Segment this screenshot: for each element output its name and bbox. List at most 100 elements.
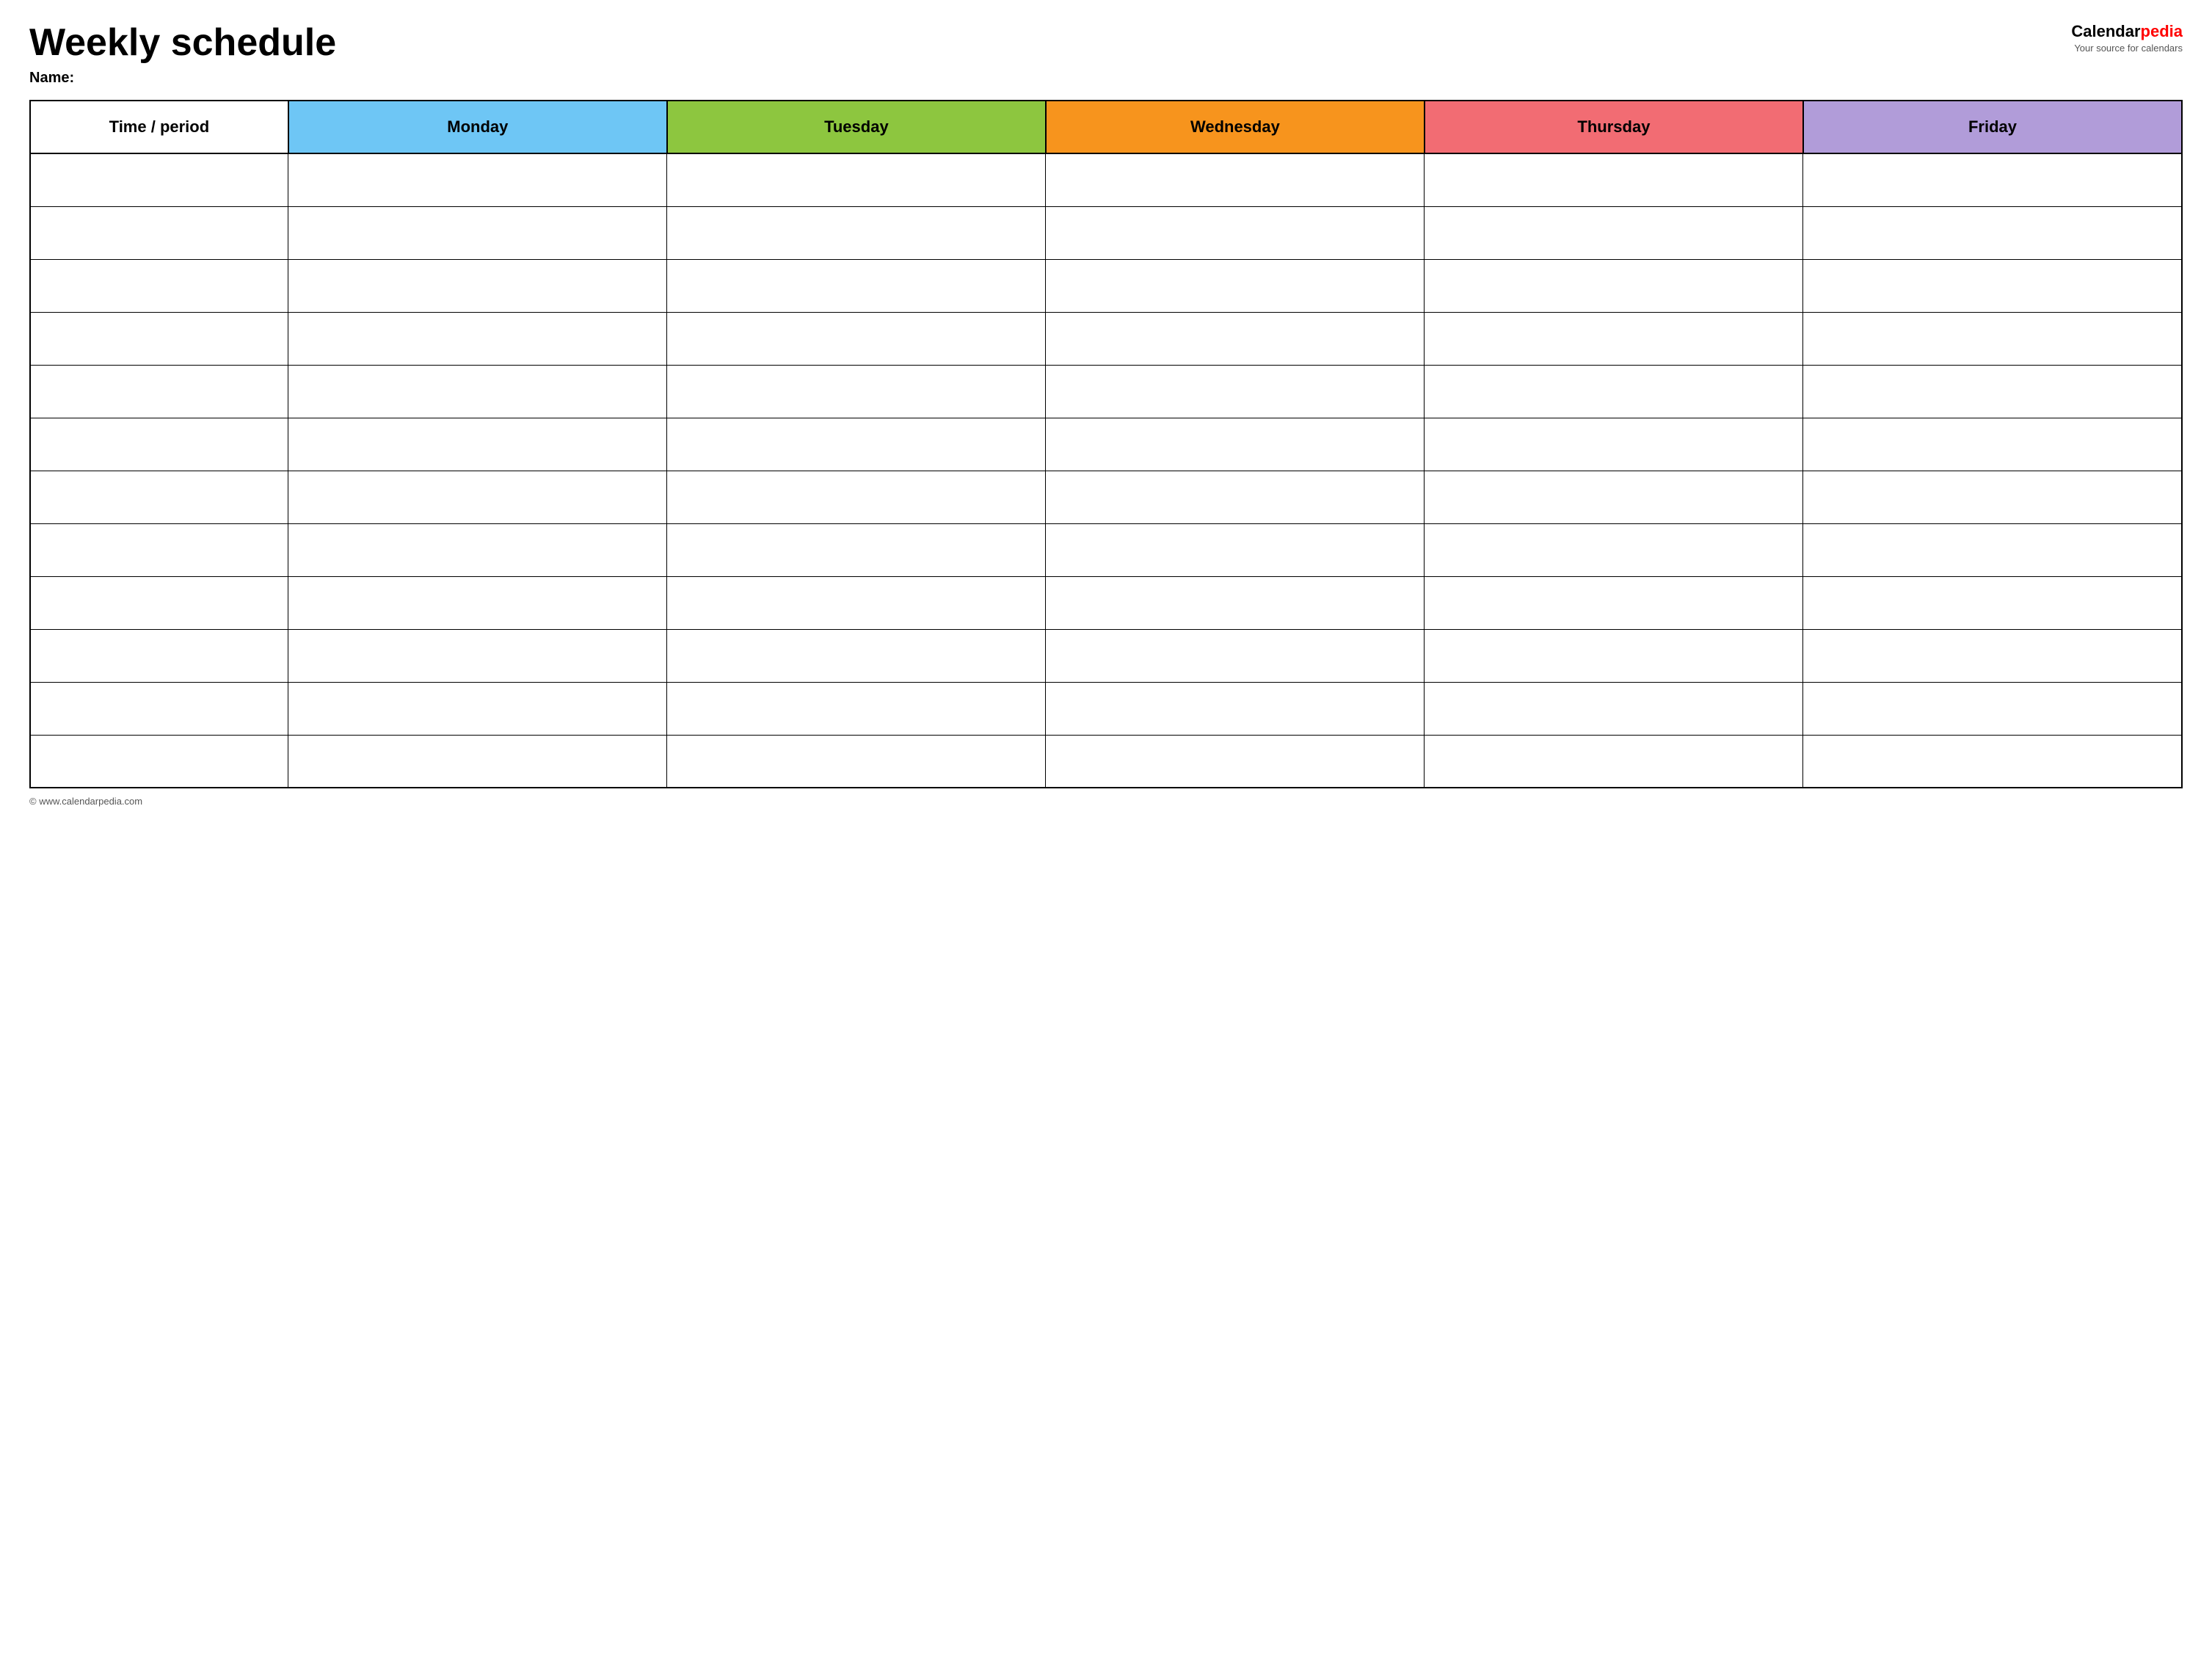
table-row [30, 471, 2182, 523]
cell-row3-col6[interactable] [1803, 259, 2182, 312]
cell-row2-col1[interactable] [30, 206, 288, 259]
name-label: Name: [29, 70, 336, 87]
cell-row3-col1[interactable] [30, 259, 288, 312]
cell-row10-col1[interactable] [30, 629, 288, 682]
table-row [30, 629, 2182, 682]
cell-row7-col4[interactable] [1046, 471, 1425, 523]
cell-row12-col5[interactable] [1425, 735, 1803, 788]
cell-row8-col1[interactable] [30, 523, 288, 576]
cell-row3-col4[interactable] [1046, 259, 1425, 312]
table-row [30, 153, 2182, 206]
cell-row4-col2[interactable] [288, 312, 667, 365]
cell-row7-col5[interactable] [1425, 471, 1803, 523]
header-wednesday: Wednesday [1046, 101, 1425, 153]
cell-row11-col6[interactable] [1803, 682, 2182, 735]
cell-row12-col3[interactable] [667, 735, 1046, 788]
cell-row10-col4[interactable] [1046, 629, 1425, 682]
cell-row11-col3[interactable] [667, 682, 1046, 735]
cell-row9-col1[interactable] [30, 576, 288, 629]
cell-row9-col3[interactable] [667, 576, 1046, 629]
cell-row4-col1[interactable] [30, 312, 288, 365]
cell-row5-col6[interactable] [1803, 365, 2182, 418]
cell-row1-col2[interactable] [288, 153, 667, 206]
logo-brand: Calendarpedia [2071, 22, 2183, 41]
cell-row8-col6[interactable] [1803, 523, 2182, 576]
table-row [30, 682, 2182, 735]
cell-row3-col2[interactable] [288, 259, 667, 312]
logo-section: Calendarpedia Your source for calendars [2071, 22, 2183, 54]
header-friday: Friday [1803, 101, 2182, 153]
table-row [30, 312, 2182, 365]
table-row [30, 523, 2182, 576]
cell-row10-col2[interactable] [288, 629, 667, 682]
cell-row4-col4[interactable] [1046, 312, 1425, 365]
cell-row2-col2[interactable] [288, 206, 667, 259]
logo-black-text: Calendar [2071, 22, 2140, 40]
cell-row4-col3[interactable] [667, 312, 1046, 365]
cell-row10-col3[interactable] [667, 629, 1046, 682]
cell-row10-col5[interactable] [1425, 629, 1803, 682]
cell-row1-col3[interactable] [667, 153, 1046, 206]
cell-row9-col5[interactable] [1425, 576, 1803, 629]
cell-row6-col5[interactable] [1425, 418, 1803, 471]
footer: © www.calendarpedia.com [29, 796, 2183, 807]
cell-row5-col4[interactable] [1046, 365, 1425, 418]
cell-row8-col4[interactable] [1046, 523, 1425, 576]
cell-row9-col6[interactable] [1803, 576, 2182, 629]
cell-row4-col5[interactable] [1425, 312, 1803, 365]
header-time: Time / period [30, 101, 288, 153]
cell-row11-col1[interactable] [30, 682, 288, 735]
page-title: Weekly schedule [29, 22, 336, 64]
cell-row12-col4[interactable] [1046, 735, 1425, 788]
cell-row2-col3[interactable] [667, 206, 1046, 259]
cell-row6-col2[interactable] [288, 418, 667, 471]
logo-subtitle: Your source for calendars [2074, 43, 2183, 54]
cell-row5-col1[interactable] [30, 365, 288, 418]
cell-row1-col5[interactable] [1425, 153, 1803, 206]
table-row [30, 418, 2182, 471]
cell-row6-col1[interactable] [30, 418, 288, 471]
header-thursday: Thursday [1425, 101, 1803, 153]
cell-row6-col6[interactable] [1803, 418, 2182, 471]
cell-row2-col5[interactable] [1425, 206, 1803, 259]
cell-row11-col4[interactable] [1046, 682, 1425, 735]
weekly-schedule-table: Time / period Monday Tuesday Wednesday T… [29, 100, 2183, 788]
cell-row10-col6[interactable] [1803, 629, 2182, 682]
table-row [30, 365, 2182, 418]
cell-row1-col6[interactable] [1803, 153, 2182, 206]
cell-row4-col6[interactable] [1803, 312, 2182, 365]
cell-row9-col2[interactable] [288, 576, 667, 629]
cell-row8-col5[interactable] [1425, 523, 1803, 576]
cell-row8-col2[interactable] [288, 523, 667, 576]
cell-row1-col4[interactable] [1046, 153, 1425, 206]
cell-row8-col3[interactable] [667, 523, 1046, 576]
cell-row11-col5[interactable] [1425, 682, 1803, 735]
cell-row2-col6[interactable] [1803, 206, 2182, 259]
logo-red-text: pedia [2141, 22, 2183, 40]
cell-row2-col4[interactable] [1046, 206, 1425, 259]
cell-row11-col2[interactable] [288, 682, 667, 735]
table-header-row: Time / period Monday Tuesday Wednesday T… [30, 101, 2182, 153]
cell-row3-col5[interactable] [1425, 259, 1803, 312]
cell-row12-col1[interactable] [30, 735, 288, 788]
cell-row12-col2[interactable] [288, 735, 667, 788]
cell-row7-col1[interactable] [30, 471, 288, 523]
header-monday: Monday [288, 101, 667, 153]
cell-row7-col3[interactable] [667, 471, 1046, 523]
cell-row7-col2[interactable] [288, 471, 667, 523]
cell-row12-col6[interactable] [1803, 735, 2182, 788]
cell-row5-col2[interactable] [288, 365, 667, 418]
cell-row1-col1[interactable] [30, 153, 288, 206]
footer-url: © www.calendarpedia.com [29, 796, 142, 807]
cell-row7-col6[interactable] [1803, 471, 2182, 523]
cell-row3-col3[interactable] [667, 259, 1046, 312]
page-header: Weekly schedule Name: Calendarpedia Your… [29, 22, 2183, 87]
table-row [30, 259, 2182, 312]
cell-row6-col3[interactable] [667, 418, 1046, 471]
table-row [30, 206, 2182, 259]
cell-row5-col3[interactable] [667, 365, 1046, 418]
cell-row6-col4[interactable] [1046, 418, 1425, 471]
cell-row5-col5[interactable] [1425, 365, 1803, 418]
cell-row9-col4[interactable] [1046, 576, 1425, 629]
table-row [30, 576, 2182, 629]
